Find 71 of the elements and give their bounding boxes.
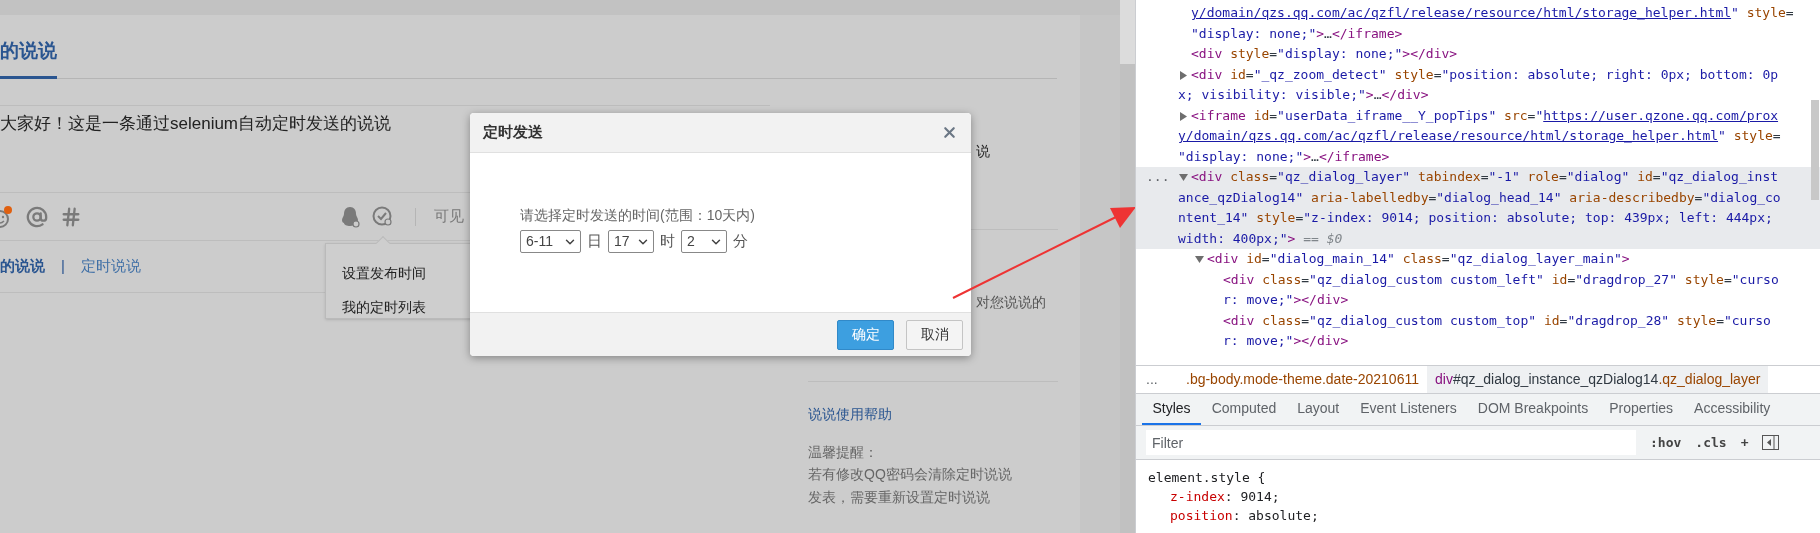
time-select[interactable]: 17 (608, 230, 654, 253)
close-icon[interactable] (941, 124, 958, 141)
time-select[interactable]: 2 (681, 230, 727, 253)
node-row[interactable]: <div class="qz_dialog_custom custom_top" id="dragdrop_28" style="curso r: move;"></div> (1136, 310, 1820, 352)
code-line: r: move;"></div> (1223, 332, 1349, 350)
tip-text: 若有修改QQ密码会清除定时说说发表，需要重新设置定时说说 (808, 465, 1013, 507)
page-tab[interactable]: 的说说 (0, 40, 57, 79)
node-row[interactable]: <div class="qz_dialog_custom custom_left" id="dragdrop_27" style="curso r: move;"></div> (1136, 269, 1820, 311)
code-line: <div id="dialog_main_14" class="qz_dialog_layer_main"> (1207, 250, 1630, 268)
node-row[interactable]: <div id="dialog_main_14" class="qz_dialog_layer_main"> (1136, 249, 1820, 270)
code-line: "display: none;">…</iframe> (1191, 24, 1403, 43)
breadcrumb-more[interactable]: ... (1136, 369, 1178, 390)
filter-action[interactable]: + (1740, 432, 1749, 453)
node-row[interactable]: <div style="display: none;"></div> (1136, 44, 1820, 65)
filter-field[interactable]: Filter (1146, 430, 1636, 455)
code-line: width: 400px;"> == $0 (1178, 229, 1343, 248)
node-menu-dots[interactable]: ... (1146, 167, 1170, 188)
breadcrumb[interactable]: .bg-body.mode-theme.date-20210611 (1178, 366, 1427, 393)
dialog-title: 定时发送 (483, 122, 543, 143)
sidebar-text: 说 (976, 143, 990, 159)
scrollbar[interactable] (1120, 64, 1135, 533)
filter-action[interactable]: :hov (1650, 432, 1682, 453)
scrollbar[interactable] (1811, 100, 1819, 200)
css-declaration[interactable]: z-index: 9014; (1170, 487, 1280, 506)
prompt-text: 请选择定时发送的时间(范围：10天内) (520, 206, 756, 225)
help-link[interactable]: 说说使用帮助 (808, 404, 1058, 424)
penguin-icon[interactable] (340, 205, 360, 228)
caret-down-icon[interactable] (1179, 173, 1188, 182)
clock-check-icon[interactable] (372, 206, 393, 227)
code-line: <div class="qz_dialog_custom custom_top" id="dragdrop_28" style="curso (1223, 311, 1771, 330)
caret-down-icon[interactable] (1195, 255, 1204, 264)
code-line: y/domain/qzs.qq.com/ac/qzfl/release/resource/html/storage_helper.html" style= (1191, 4, 1794, 22)
panel-tab[interactable]: Event Listeners (1349, 394, 1468, 425)
caret-right-icon[interactable] (1179, 70, 1188, 80)
caret-right-icon[interactable] (1179, 111, 1188, 121)
node-row[interactable]: y/domain/qzs.qq.com/ac/qzfl/release/resource/html/storage_helper.html" style= "display: none;">…</iframe> (1136, 3, 1820, 44)
unit-label: 分 (733, 231, 748, 252)
unit-label: 日 (587, 231, 602, 252)
panel-tab[interactable]: Layout (1286, 394, 1350, 425)
code-line: <iframe id="userData_iframe__Y_popTips" src="https://user.qzone.qq.com/prox (1191, 106, 1779, 125)
code-line: x; visibility: visible;">…</div> (1178, 86, 1429, 104)
code-line: r: move;"></div> (1223, 291, 1349, 309)
panel-tab[interactable]: Computed (1201, 394, 1287, 425)
code-line: <div style="display: none;"></div> (1191, 45, 1458, 63)
sidebar-toggle-icon[interactable] (1762, 435, 1780, 450)
code-line: y/domain/qzs.qq.com/ac/qzfl/release/resource/html/storage_helper.html" style= (1178, 127, 1781, 145)
cancel-button[interactable]: 取消 (906, 319, 963, 350)
code-line: <div class="qz_dialog_custom custom_left" id="dragdrop_27" style="curso (1223, 270, 1779, 289)
time-select[interactable]: 6-11 (520, 230, 581, 253)
panel-tab[interactable]: Properties (1598, 394, 1684, 425)
code-line: "display: none;">…</iframe> (1178, 147, 1390, 166)
code-line: ance_qzDialog14" aria-labelledby="dialog_head_14" aria-describedby="dialog_co (1178, 188, 1781, 207)
code-line: <div id="_qz_zoom_detect" style="position: absolute; right: 0px; bottom: 0p (1191, 65, 1779, 84)
node-row[interactable]: <iframe id="userData_iframe__Y_popTips" src="https://user.qzone.qq.com/prox y/domain/qzs.qq.com/ac/qzfl/release/resource/html/storage_helper.html" style= "display: none;">…</iframe> (1136, 105, 1820, 167)
code-line: <div class="qz_dialog_layer" tabindex="-1" role="dialog" id="qz_dialog_inst (1191, 168, 1779, 186)
breadcrumb[interactable]: div#qz_dialog_instance_qzDialog14.qz_dialog_layer (1427, 366, 1769, 393)
filter-action[interactable]: .cls (1695, 432, 1727, 453)
hashtag-icon[interactable] (60, 205, 82, 228)
node-row[interactable]: <div id="_qz_zoom_detect" style="position: absolute; right: 0px; bottom: 0p x; visibility: visible;">…</div> (1136, 64, 1820, 106)
css-declaration[interactable]: position: absolute; (1170, 506, 1319, 525)
css-selector: element.style { (1148, 469, 1266, 487)
sidebar-text: 对您说说的 (976, 294, 1046, 310)
mention-icon[interactable] (26, 205, 48, 228)
tip-title: 温馨提醒： (808, 443, 879, 462)
panel-tab[interactable]: DOM Breakpoints (1467, 394, 1599, 425)
selected-node-row[interactable] (1136, 167, 1820, 249)
tab-separator: | (61, 256, 65, 277)
code-line: ntent_14" style="z-index: 9014; position: absolute; top: 439px; left: 444px; (1178, 209, 1773, 227)
panel-tab[interactable]: Accessibility (1683, 394, 1781, 425)
unit-label: 时 (660, 231, 675, 252)
sub-tab[interactable]: 的说说 (0, 255, 45, 278)
